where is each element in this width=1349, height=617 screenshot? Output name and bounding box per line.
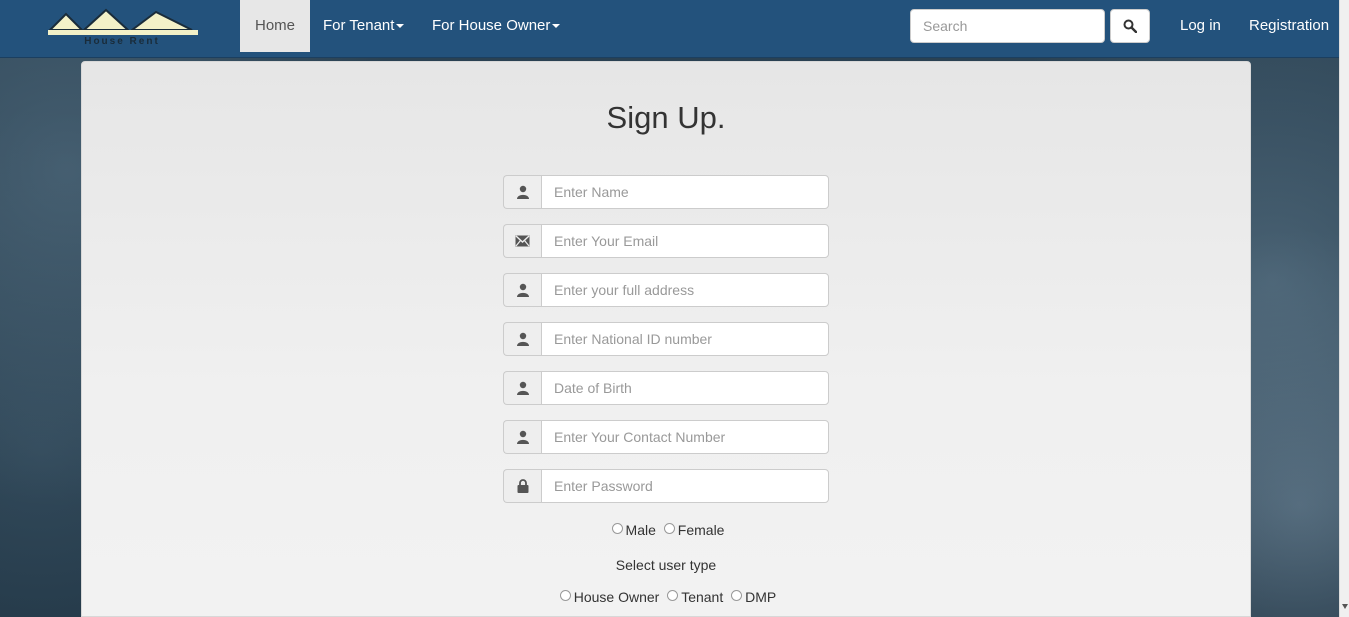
contact-input[interactable] bbox=[541, 420, 829, 454]
search-button[interactable] bbox=[1110, 9, 1150, 43]
user-icon bbox=[503, 371, 541, 405]
search-input[interactable] bbox=[910, 9, 1105, 43]
password-field-group bbox=[503, 469, 829, 503]
user-icon bbox=[503, 322, 541, 356]
user-icon bbox=[503, 273, 541, 307]
nav-home-label: Home bbox=[255, 17, 296, 34]
page-title: Sign Up. bbox=[606, 100, 726, 135]
tenant-radio[interactable] bbox=[667, 590, 679, 601]
password-input[interactable] bbox=[541, 469, 829, 503]
tenant-label: Tenant bbox=[681, 589, 724, 605]
dob-input[interactable] bbox=[541, 371, 829, 405]
dmp-label: DMP bbox=[745, 589, 777, 605]
contact-field-group bbox=[503, 420, 829, 454]
gender-options: Male Female bbox=[82, 522, 1250, 538]
login-label: Log in bbox=[1180, 17, 1221, 34]
email-input[interactable] bbox=[541, 224, 829, 258]
address-field-group bbox=[503, 273, 829, 307]
name-field-group bbox=[503, 175, 829, 209]
dob-field-group bbox=[503, 371, 829, 405]
name-input[interactable] bbox=[541, 175, 829, 209]
user-icon bbox=[503, 420, 541, 454]
registration-label: Registration bbox=[1249, 17, 1330, 34]
female-radio[interactable] bbox=[663, 523, 675, 534]
female-label: Female bbox=[677, 522, 725, 538]
caret-down-icon bbox=[552, 24, 561, 29]
vertical-scrollbar[interactable] bbox=[1339, 0, 1349, 617]
user-type-options: House Owner Tenant DMP bbox=[82, 589, 1250, 605]
lock-icon bbox=[503, 469, 541, 503]
svg-text:House Rent: House Rent bbox=[84, 36, 160, 47]
caret-down-icon bbox=[396, 24, 405, 29]
search-icon bbox=[1123, 19, 1137, 33]
nav-for-tenant-label: For Tenant bbox=[323, 17, 395, 34]
nav-for-tenant-dropdown[interactable]: For Tenant bbox=[308, 0, 419, 52]
dmp-radio[interactable] bbox=[731, 590, 743, 601]
envelope-icon bbox=[503, 224, 541, 258]
scroll-down-arrow-icon[interactable] bbox=[1342, 604, 1348, 609]
house-owner-radio[interactable] bbox=[559, 590, 571, 601]
house-owner-label: House Owner bbox=[573, 589, 660, 605]
registration-link[interactable]: Registration bbox=[1234, 0, 1344, 52]
top-navbar: House Rent Home For Tenant For House Own… bbox=[0, 0, 1340, 58]
national-id-field-group bbox=[503, 322, 829, 356]
address-input[interactable] bbox=[541, 273, 829, 307]
nav-home[interactable]: Home bbox=[240, 0, 311, 52]
user-icon bbox=[503, 175, 541, 209]
house-rent-logo[interactable]: House Rent bbox=[22, 8, 202, 48]
signup-panel: Sign Up. Enter Name Enter Your Email Ent… bbox=[81, 61, 1251, 617]
male-label: Male bbox=[625, 522, 656, 538]
login-link[interactable]: Log in bbox=[1165, 0, 1236, 52]
user-type-heading: Select user type bbox=[615, 557, 717, 573]
email-field-group bbox=[503, 224, 829, 258]
national-id-input[interactable] bbox=[541, 322, 829, 356]
male-radio[interactable] bbox=[611, 523, 623, 534]
nav-for-house-owner-label: For House Owner bbox=[432, 17, 551, 34]
nav-for-house-owner-dropdown[interactable]: For House Owner bbox=[417, 0, 575, 52]
